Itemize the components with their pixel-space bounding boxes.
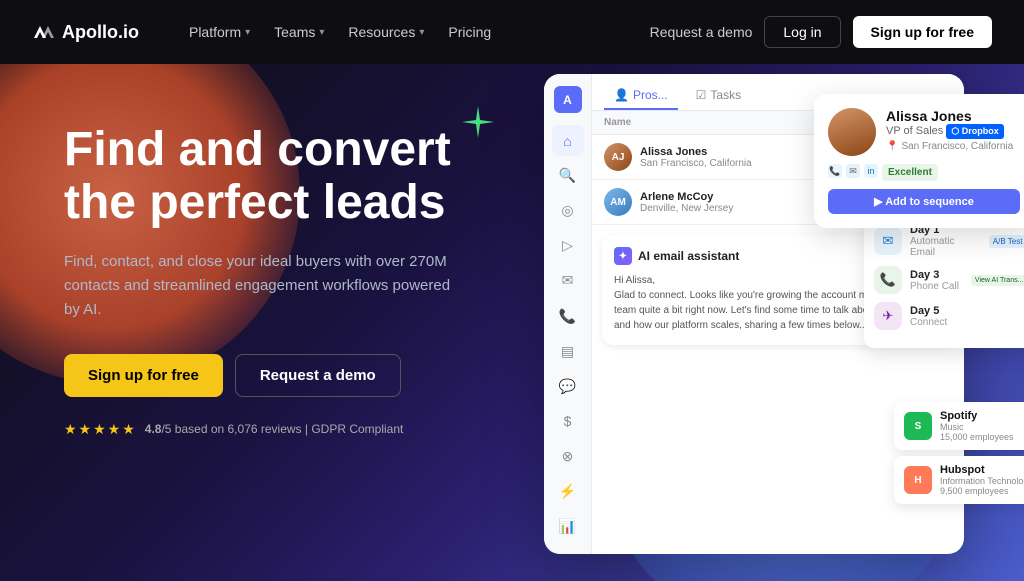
tab-prospects[interactable]: 👤 Pros... bbox=[604, 82, 678, 110]
chevron-down-icon: ▾ bbox=[245, 27, 250, 38]
demo-button-hero[interactable]: Request a demo bbox=[235, 354, 401, 397]
location-pin-icon: 📍 bbox=[886, 141, 898, 152]
sidebar-logo: A bbox=[554, 86, 582, 113]
sidebar-icon-chart[interactable]: 📊 bbox=[552, 511, 584, 542]
rating-score: 4.8/5 based on 6,076 reviews | GDPR Comp… bbox=[145, 422, 404, 436]
signup-button-nav[interactable]: Sign up for free bbox=[853, 16, 992, 48]
email-icon: ✉ bbox=[846, 164, 860, 178]
email-step-icon: ✉ bbox=[874, 227, 902, 255]
company-card-spotify: S Spotify Music 15,000 employees bbox=[894, 402, 1024, 450]
sidebar-icon-play[interactable]: ▷ bbox=[552, 230, 584, 261]
company-cards: S Spotify Music 15,000 employees H Hubsp… bbox=[894, 402, 1024, 504]
hero-buttons: Sign up for free Request a demo bbox=[64, 354, 464, 397]
logo[interactable]: Apollo.io bbox=[32, 20, 139, 44]
avatar: AM bbox=[604, 188, 632, 216]
sidebar-icon-search[interactable]: 🔍 bbox=[552, 160, 584, 191]
sequence-card: ✉ Day 1 Automatic Email A/B Test B 📞 Day… bbox=[864, 214, 1024, 348]
hubspot-logo: H bbox=[904, 466, 932, 494]
phone-step-icon: 📞 bbox=[874, 266, 902, 294]
avatar: AJ bbox=[604, 143, 632, 171]
tab-tasks[interactable]: ☑ Tasks bbox=[686, 82, 751, 110]
phone-icon: 📞 bbox=[828, 164, 842, 178]
signup-button-hero[interactable]: Sign up for free bbox=[64, 354, 223, 397]
nav-links: Platform ▾ Teams ▾ Resources ▾ Pricing bbox=[179, 18, 618, 46]
connect-step-icon: ✈ bbox=[874, 302, 902, 330]
profile-top: Alissa Jones VP of Sales ⬡ Dropbox 📍 San… bbox=[828, 108, 1020, 156]
excellent-badge: Excellent bbox=[882, 164, 938, 181]
sidebar-icon-bolt[interactable]: ⚡ bbox=[552, 476, 584, 507]
add-to-sequence-button[interactable]: ▶ Add to sequence bbox=[828, 189, 1020, 214]
sidebar-icon-target[interactable]: ◎ bbox=[552, 195, 584, 226]
spotify-logo: S bbox=[904, 412, 932, 440]
sequence-step-2: 📞 Day 3 Phone Call View AI Trans... bbox=[874, 266, 1024, 294]
linkedin-icon: in bbox=[864, 164, 878, 178]
chevron-down-icon: ▾ bbox=[319, 27, 324, 38]
app-sidebar: A ⌂ 🔍 ◎ ▷ ✉ 📞 ▤ 💬 $ ⊗ ⚡ 📊 bbox=[544, 74, 592, 554]
ui-mockup: A ⌂ 🔍 ◎ ▷ ✉ 📞 ▤ 💬 $ ⊗ ⚡ 📊 👤 bbox=[544, 74, 1004, 564]
profile-badges: 📞 ✉ in Excellent bbox=[828, 164, 1020, 181]
sidebar-icon-mail[interactable]: ✉ bbox=[552, 265, 584, 296]
nav-platform[interactable]: Platform ▾ bbox=[179, 18, 260, 46]
login-button[interactable]: Log in bbox=[764, 16, 840, 48]
profile-info: Alissa Jones VP of Sales ⬡ Dropbox 📍 San… bbox=[886, 108, 1013, 156]
nav-resources[interactable]: Resources ▾ bbox=[338, 18, 434, 46]
request-demo-button[interactable]: Request a demo bbox=[650, 24, 753, 40]
hero-section: Find and convert the perfect leads Find,… bbox=[0, 64, 1024, 581]
sparkle-icon bbox=[460, 104, 496, 140]
rating-stars: ★★★★★ bbox=[64, 421, 137, 438]
dropbox-badge: ⬡ Dropbox bbox=[946, 124, 1003, 139]
nav-teams[interactable]: Teams ▾ bbox=[264, 18, 334, 46]
nav-pricing[interactable]: Pricing bbox=[438, 18, 501, 46]
sequence-step-3: ✈ Day 5 Connect bbox=[874, 302, 1024, 330]
profile-card: Alissa Jones VP of Sales ⬡ Dropbox 📍 San… bbox=[814, 94, 1024, 228]
ai-icon: ✦ bbox=[614, 247, 632, 265]
nav-actions: Request a demo Log in Sign up for free bbox=[650, 16, 992, 48]
sidebar-icon-phone[interactable]: 📞 bbox=[552, 301, 584, 332]
sidebar-icon-home[interactable]: ⌂ bbox=[552, 125, 584, 156]
company-card-hubspot: H Hubspot Information Technolo... 9,500 … bbox=[894, 456, 1024, 504]
sidebar-icon-table[interactable]: ▤ bbox=[552, 336, 584, 367]
chevron-down-icon: ▾ bbox=[419, 27, 424, 38]
sequence-step-1: ✉ Day 1 Automatic Email A/B Test B bbox=[874, 224, 1024, 258]
sidebar-icon-settings[interactable]: ⊗ bbox=[552, 441, 584, 472]
profile-avatar bbox=[828, 108, 876, 156]
sidebar-icon-chat[interactable]: 💬 bbox=[552, 371, 584, 402]
hero-content: Find and convert the perfect leads Find,… bbox=[64, 124, 464, 438]
hero-rating: ★★★★★ 4.8/5 based on 6,076 reviews | GDP… bbox=[64, 421, 464, 438]
hero-subtitle: Find, contact, and close your ideal buye… bbox=[64, 250, 464, 322]
sidebar-icon-dollar[interactable]: $ bbox=[552, 406, 584, 437]
navbar: Apollo.io Platform ▾ Teams ▾ Resources ▾… bbox=[0, 0, 1024, 64]
hero-title: Find and convert the perfect leads bbox=[64, 124, 464, 230]
